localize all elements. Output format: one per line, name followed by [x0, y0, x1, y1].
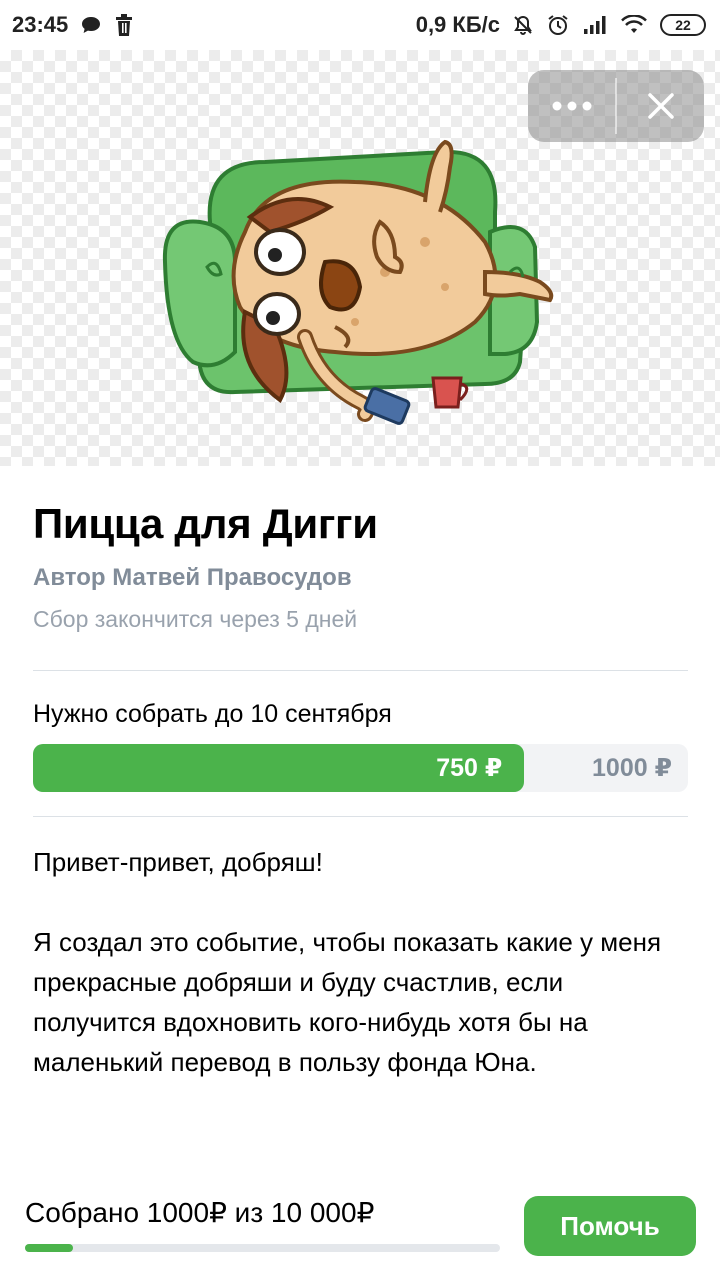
signal-icon [582, 15, 608, 35]
goal-progress-bar: 750 ₽ 1000 ₽ [33, 744, 688, 792]
description-paragraph: Привет-привет, добряш! [33, 847, 323, 877]
help-button[interactable]: Помочь [524, 1196, 696, 1256]
description-paragraph: Я создал это событие, чтобы показать как… [33, 927, 662, 1077]
alarm-icon [546, 13, 570, 37]
close-icon [647, 93, 674, 119]
deadline-text: Сбор закончится через 5 дней [33, 606, 358, 632]
collected-text: Собрано 1000₽ из 10 000₽ [25, 1197, 375, 1228]
hero-image [0, 50, 720, 466]
battery-indicator: 22 [660, 14, 706, 36]
bell-muted-icon [512, 14, 534, 36]
goal-target-amount: 1000 ₽ [592, 754, 672, 782]
divider [33, 670, 688, 671]
dog-on-sofa-sticker [162, 139, 554, 425]
more-dots-icon [552, 101, 591, 111]
goal-current-amount: 750 ₽ [436, 754, 503, 782]
status-time: 23:45 [12, 12, 69, 37]
close-button[interactable] [617, 70, 704, 142]
description: Привет-привет, добряш! Я создал это собы… [33, 842, 683, 1082]
collected-progress-fill [25, 1244, 73, 1252]
hero-controls [528, 70, 704, 142]
status-right: 0,9 КБ/с 22 [416, 12, 706, 38]
divider [33, 816, 688, 817]
author-link[interactable]: Автор Матвей Правосудов [33, 564, 352, 592]
goal-progress-fill: 750 ₽ [33, 744, 525, 792]
trash-icon [114, 14, 134, 36]
status-left: 23:45 [12, 12, 134, 38]
collected-progress-bar [25, 1244, 500, 1252]
page-title: Пицца для Дигги [33, 500, 378, 547]
more-button[interactable] [528, 70, 615, 142]
status-bar: 23:45 0,9 КБ/с 22 [0, 0, 720, 50]
chat-bubble-icon [80, 15, 102, 35]
wifi-icon [620, 15, 648, 35]
goal-label: Нужно собрать до 10 сентября [33, 700, 392, 728]
network-speed: 0,9 КБ/с [415, 12, 500, 37]
